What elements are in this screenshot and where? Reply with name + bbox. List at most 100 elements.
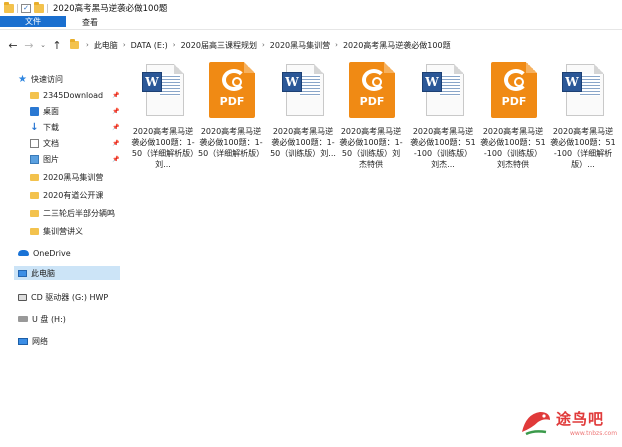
breadcrumb-course-plan[interactable]: 2020届高三课程规划 — [179, 40, 259, 51]
sidebar-item-training-camp[interactable]: 2020黑马集训营 — [30, 170, 103, 184]
folder-icon — [4, 1, 14, 13]
desktop-icon — [30, 106, 39, 116]
sidebar-item-open-class[interactable]: 2020有道公开课 — [30, 188, 103, 202]
breadcrumb-training-camp[interactable]: 2020黑马集训营 — [268, 40, 332, 51]
star-icon: ★ — [18, 73, 27, 85]
back-button[interactable]: ← — [6, 38, 20, 52]
sidebar-item-handouts[interactable]: 集训营讲义 — [30, 224, 83, 238]
breadcrumb-this-pc[interactable]: 此电脑 — [92, 40, 120, 51]
file-name: 2020高考黑马逆袭必做100题：1-50（详细解析版） — [198, 127, 265, 158]
sidebar-item-label: 集训营讲义 — [43, 226, 83, 236]
word-file-icon: W — [278, 60, 328, 120]
sidebar-item-onedrive[interactable]: OneDrive — [18, 246, 71, 260]
ribbon-tabs: 文件 主页 共享 查看 — [0, 16, 622, 30]
picture-icon — [30, 154, 39, 164]
file-name: 2020高考黑马逆袭必做100题：51-100（训练版）刘杰... — [410, 127, 476, 169]
sidebar-item-label: U 盘 (H:) — [32, 314, 66, 324]
sidebar-item-second-third-round[interactable]: 二三轮后半部分辆鸣 — [30, 206, 120, 220]
sidebar-item-label: 此电脑 — [31, 268, 55, 278]
sidebar-item-label: 2020有道公开课 — [43, 190, 104, 200]
breadcrumb-separator[interactable]: › — [83, 41, 92, 49]
pin-icon[interactable]: 📌 — [112, 152, 120, 166]
folder-icon — [30, 227, 39, 235]
sidebar-item-this-pc[interactable]: 此电脑 — [14, 266, 120, 280]
watermark-url: www.tnbzs.com — [570, 430, 618, 437]
pin-icon[interactable]: 📌 — [112, 88, 120, 102]
sidebar-item-quick-access[interactable]: ★ 快速访问 — [18, 72, 63, 86]
title-separator-2 — [47, 3, 48, 13]
breadcrumb-separator[interactable]: › — [259, 41, 268, 49]
folder-icon — [30, 209, 39, 217]
forward-button[interactable]: → — [22, 38, 36, 52]
pdf-file-icon: PDF — [346, 60, 396, 120]
navigation-pane: ★ 快速访问 2345Download 📌 桌面 📌 ↓ 下载 📌 文档 📌 图… — [0, 68, 124, 447]
sidebar-item-label: 2345Download — [43, 90, 104, 100]
tab-view[interactable]: 查看 — [72, 16, 108, 29]
sidebar-item-label: 图片 — [43, 154, 59, 164]
word-file-icon: W — [138, 60, 188, 120]
usb-drive-icon — [18, 316, 28, 322]
breadcrumb-current-folder[interactable]: 2020高考黑马逆袭必做100题 — [341, 40, 453, 51]
file-name: 2020高考黑马逆袭必做100题：1-50（训练版）刘... — [270, 127, 336, 158]
recent-locations-button[interactable]: ⌄ — [38, 38, 48, 52]
sidebar-item-label: 桌面 — [43, 106, 59, 116]
sidebar-item-2345download[interactable]: 2345Download — [30, 88, 103, 102]
sidebar-item-desktop[interactable]: 桌面 — [30, 104, 59, 118]
pin-icon[interactable]: 📌 — [112, 120, 120, 134]
sidebar-item-cd-drive[interactable]: CD 驱动器 (G:) HWP — [18, 290, 108, 304]
sidebar-item-usb-drive[interactable]: U 盘 (H:) — [18, 312, 66, 326]
word-file-icon: W — [418, 60, 468, 120]
file-name: 2020高考黑马逆袭必做100题：51-100（详细解析版）... — [550, 127, 616, 169]
sidebar-item-network[interactable]: 网络 — [18, 334, 48, 348]
cloud-icon — [18, 250, 29, 256]
title-bar: ✓ 2020高考黑马逆袭必做100题 — [0, 0, 622, 16]
properties-icon[interactable]: ✓ — [21, 3, 31, 13]
tab-file[interactable]: 文件 — [0, 16, 66, 27]
file-item[interactable]: PDF 2020高考黑马逆袭必做100题：1-50（训练版）刘杰特供 — [338, 60, 404, 170]
file-item[interactable]: W 2020高考黑马逆袭必做100题：51-100（训练版）刘杰... — [410, 60, 476, 170]
file-item[interactable]: W 2020高考黑马逆袭必做100题：51-100（详细解析版）... — [550, 60, 616, 170]
network-icon — [18, 337, 28, 345]
breadcrumb-separator[interactable]: › — [332, 41, 341, 49]
sidebar-item-label: CD 驱动器 (G:) HWP — [31, 292, 109, 302]
folder-icon — [30, 191, 39, 199]
sidebar-item-label: 下载 — [43, 122, 59, 132]
breadcrumb-separator[interactable]: › — [120, 41, 129, 49]
folder-icon — [30, 173, 39, 181]
up-button[interactable]: ↑ — [50, 38, 64, 52]
address-bar[interactable]: › 此电脑 › DATA (E:) › 2020届高三课程规划 › 2020黑马… — [70, 37, 612, 53]
file-list: W 2020高考黑马逆袭必做100题：1-50（详细解析版）刘... PDF 2… — [130, 60, 622, 447]
title-separator — [17, 3, 18, 13]
file-item[interactable]: W 2020高考黑马逆袭必做100题：1-50（训练版）刘... — [270, 60, 336, 159]
folder-icon — [30, 91, 39, 99]
sidebar-item-downloads[interactable]: ↓ 下载 — [30, 120, 59, 134]
watermark-text: 途鸟吧 — [556, 410, 605, 428]
file-item[interactable]: W 2020高考黑马逆袭必做100题：1-50（详细解析版）刘... — [130, 60, 196, 170]
pin-icon[interactable]: 📌 — [112, 104, 120, 118]
address-folder-icon — [70, 39, 79, 49]
download-arrow-icon: ↓ — [30, 121, 39, 133]
pin-icon[interactable]: 📌 — [112, 136, 120, 150]
word-file-icon: W — [558, 60, 608, 120]
computer-icon — [18, 269, 27, 277]
sidebar-item-pictures[interactable]: 图片 — [30, 152, 59, 166]
breadcrumb-separator[interactable]: › — [170, 41, 179, 49]
file-name: 2020高考黑马逆袭必做100题：1-50（详细解析版）刘... — [131, 127, 195, 169]
sidebar-item-label: 快速访问 — [31, 74, 63, 84]
cd-drive-icon — [18, 293, 27, 301]
bird-logo-icon — [522, 412, 550, 436]
watermark-logo: 途鸟吧 www.tnbzs.com — [516, 404, 622, 447]
window-title: 2020高考黑马逆袭必做100题 — [53, 4, 168, 14]
file-item[interactable]: PDF 2020高考黑马逆袭必做100题：51-100（训练版）刘杰特供 — [480, 60, 546, 170]
file-name: 2020高考黑马逆袭必做100题：1-50（训练版）刘杰特供 — [339, 127, 403, 169]
sidebar-item-documents[interactable]: 文档 — [30, 136, 59, 150]
document-icon — [30, 138, 39, 148]
file-item[interactable]: PDF 2020高考黑马逆袭必做100题：1-50（详细解析版） — [198, 60, 264, 159]
sidebar-item-label: 二三轮后半部分辆鸣 — [43, 208, 115, 218]
new-folder-icon[interactable] — [34, 1, 44, 13]
breadcrumb-data-drive[interactable]: DATA (E:) — [129, 41, 170, 50]
pdf-file-icon: PDF — [488, 60, 538, 120]
sidebar-item-label: 文档 — [43, 138, 59, 148]
file-name: 2020高考黑马逆袭必做100题：51-100（训练版）刘杰特供 — [480, 127, 546, 169]
sidebar-item-label: 网络 — [32, 336, 48, 346]
